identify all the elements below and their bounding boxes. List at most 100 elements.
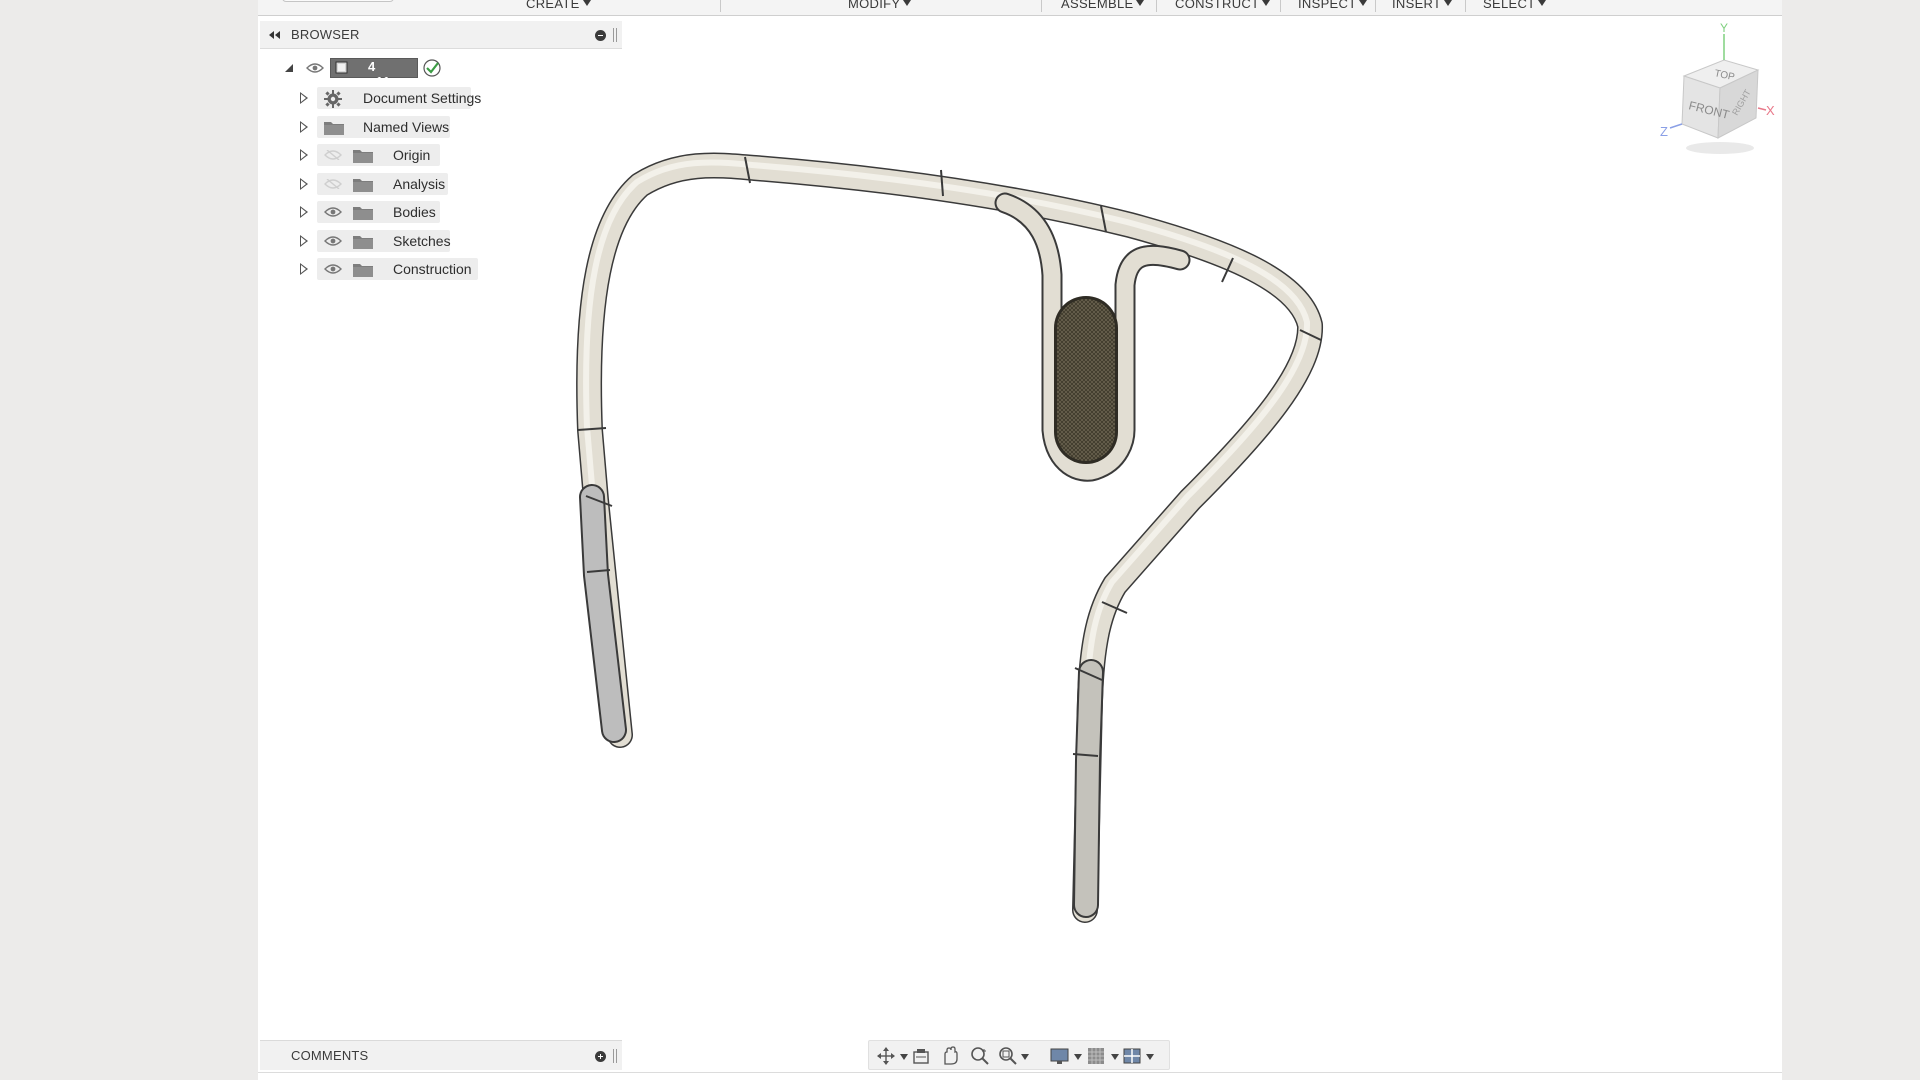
toolbar-divider [1465, 0, 1466, 12]
zoom-icon[interactable] [969, 1046, 991, 1066]
folder-icon [324, 122, 344, 135]
folder-icon [353, 236, 373, 249]
caret-down-icon [582, 0, 591, 6]
viewports-icon[interactable] [1121, 1046, 1143, 1066]
grid-settings-dropdown-icon[interactable] [1111, 1054, 1119, 1060]
root-component-name: 4 v11 [368, 59, 391, 89]
caret-down-icon [1444, 0, 1453, 6]
fit-icon[interactable] [997, 1046, 1019, 1066]
tree-item-document-settings[interactable]: Document Settings [300, 87, 481, 109]
toolbar-divider [720, 0, 721, 12]
collapse-panel-icon[interactable] [267, 29, 281, 41]
right-leg-cover [1075, 661, 1102, 916]
toolbar-divider [1280, 0, 1281, 12]
expand-triangle-icon[interactable] [300, 121, 308, 133]
tree-item-label: Construction [393, 261, 472, 277]
frame-outline [576, 152, 1323, 923]
modify-menu-label: MODIFY [848, 0, 901, 11]
caret-down-icon [1359, 0, 1368, 6]
minimize-icon[interactable] [595, 30, 606, 41]
construct-menu[interactable]: CONSTRUCT [1175, 0, 1271, 11]
inspect-menu-label: INSPECT [1298, 0, 1357, 11]
eye-hidden-icon[interactable] [324, 150, 342, 160]
main-toolbar: CREATE MODIFY ASSEMBLE CONSTRUCT INSPECT… [258, 0, 1782, 16]
expand-triangle-icon[interactable] [300, 92, 308, 104]
tree-item-label: Bodies [393, 204, 436, 220]
tree-root[interactable]: 4 v11 [284, 57, 484, 89]
assemble-menu-label: ASSEMBLE [1061, 0, 1134, 11]
eye-icon[interactable] [324, 207, 342, 217]
browser-title: BROWSER [291, 27, 360, 42]
expand-triangle-icon[interactable] [300, 178, 308, 190]
folder-icon [353, 264, 373, 277]
tree-item-construction[interactable]: Construction [300, 258, 480, 280]
caret-down-icon [1262, 0, 1271, 6]
tree-item-sketches[interactable]: Sketches [300, 230, 470, 252]
tree-item-analysis[interactable]: Analysis [300, 173, 470, 195]
orbit-dropdown-icon[interactable] [900, 1054, 908, 1060]
toolbar-divider [1375, 0, 1376, 12]
eye-hidden-icon[interactable] [324, 179, 342, 189]
pan-icon[interactable] [939, 1046, 961, 1066]
select-menu-label: SELECT [1483, 0, 1536, 11]
caret-down-icon [1136, 0, 1145, 6]
inspect-menu[interactable]: INSPECT [1298, 0, 1368, 11]
insert-menu[interactable]: INSERT [1392, 0, 1453, 11]
expanded-triangle-icon[interactable] [284, 63, 294, 73]
folder-icon [353, 150, 373, 163]
z-axis-label: Z [1660, 124, 1668, 139]
orbit-icon[interactable] [875, 1046, 897, 1066]
view-cube[interactable]: TOP FRONT RIGHT Y X Z [1648, 20, 1782, 160]
grid-settings-icon[interactable] [1085, 1046, 1107, 1066]
tree-item-label: Origin [393, 147, 431, 163]
x-axis-label: X [1766, 103, 1775, 118]
tree-item-label: Named Views [363, 119, 450, 135]
component-icon [335, 61, 348, 74]
expand-triangle-icon[interactable] [300, 263, 308, 275]
create-menu-label: CREATE [526, 0, 580, 11]
navigation-bar [868, 1040, 1170, 1070]
expand-triangle-icon[interactable] [300, 206, 308, 218]
display-settings-dropdown-icon[interactable] [1074, 1054, 1082, 1060]
tree-item-bodies[interactable]: Bodies [300, 201, 470, 223]
frame-highlight [583, 159, 1311, 910]
viewports-dropdown-icon[interactable] [1146, 1054, 1154, 1060]
tree-item-label: Sketches [393, 233, 451, 249]
viewcube-shadow [1686, 142, 1754, 154]
frame-body [577, 154, 1322, 922]
zoom-dropdown-icon[interactable] [1021, 1054, 1029, 1060]
panel-grip-icon[interactable] [613, 28, 617, 42]
construct-menu-label: CONSTRUCT [1175, 0, 1260, 11]
folder-icon [353, 179, 373, 192]
eye-icon[interactable] [324, 236, 342, 246]
select-menu[interactable]: SELECT [1483, 0, 1547, 11]
fusion-app-window: CREATE MODIFY ASSEMBLE CONSTRUCT INSPECT… [258, 0, 1782, 1080]
expand-triangle-icon[interactable] [300, 235, 308, 247]
look-at-icon[interactable] [910, 1046, 932, 1066]
browser-panel: BROWSER 4 v11 Document Settings Named Vi… [260, 21, 622, 311]
folder-icon [353, 207, 373, 220]
x-axis-line [1757, 107, 1767, 111]
bottom-border [258, 1072, 1782, 1080]
insert-menu-label: INSERT [1392, 0, 1442, 11]
browser-header: BROWSER [260, 21, 622, 49]
expand-triangle-icon[interactable] [300, 149, 308, 161]
panel-grip-icon[interactable] [613, 1049, 617, 1063]
gear-icon [324, 90, 342, 108]
display-settings-icon[interactable] [1049, 1046, 1071, 1066]
assemble-menu[interactable]: ASSEMBLE [1061, 0, 1145, 11]
eye-icon[interactable] [324, 264, 342, 274]
tree-item-named-views[interactable]: Named Views [300, 116, 470, 138]
caret-down-icon [903, 0, 912, 6]
caret-down-icon [1538, 0, 1547, 6]
workspace-switcher[interactable] [282, 0, 394, 2]
tree-item-origin[interactable]: Origin [300, 144, 470, 166]
modify-menu[interactable]: MODIFY [848, 0, 912, 11]
expand-comments-icon[interactable] [595, 1051, 606, 1062]
create-menu[interactable]: CREATE [526, 0, 591, 11]
comments-panel[interactable]: COMMENTS [260, 1040, 622, 1070]
mesh-pad [1057, 299, 1115, 461]
toolbar-divider [1041, 0, 1042, 12]
y-axis-label: Y [1720, 21, 1728, 35]
eye-icon[interactable] [306, 63, 324, 73]
